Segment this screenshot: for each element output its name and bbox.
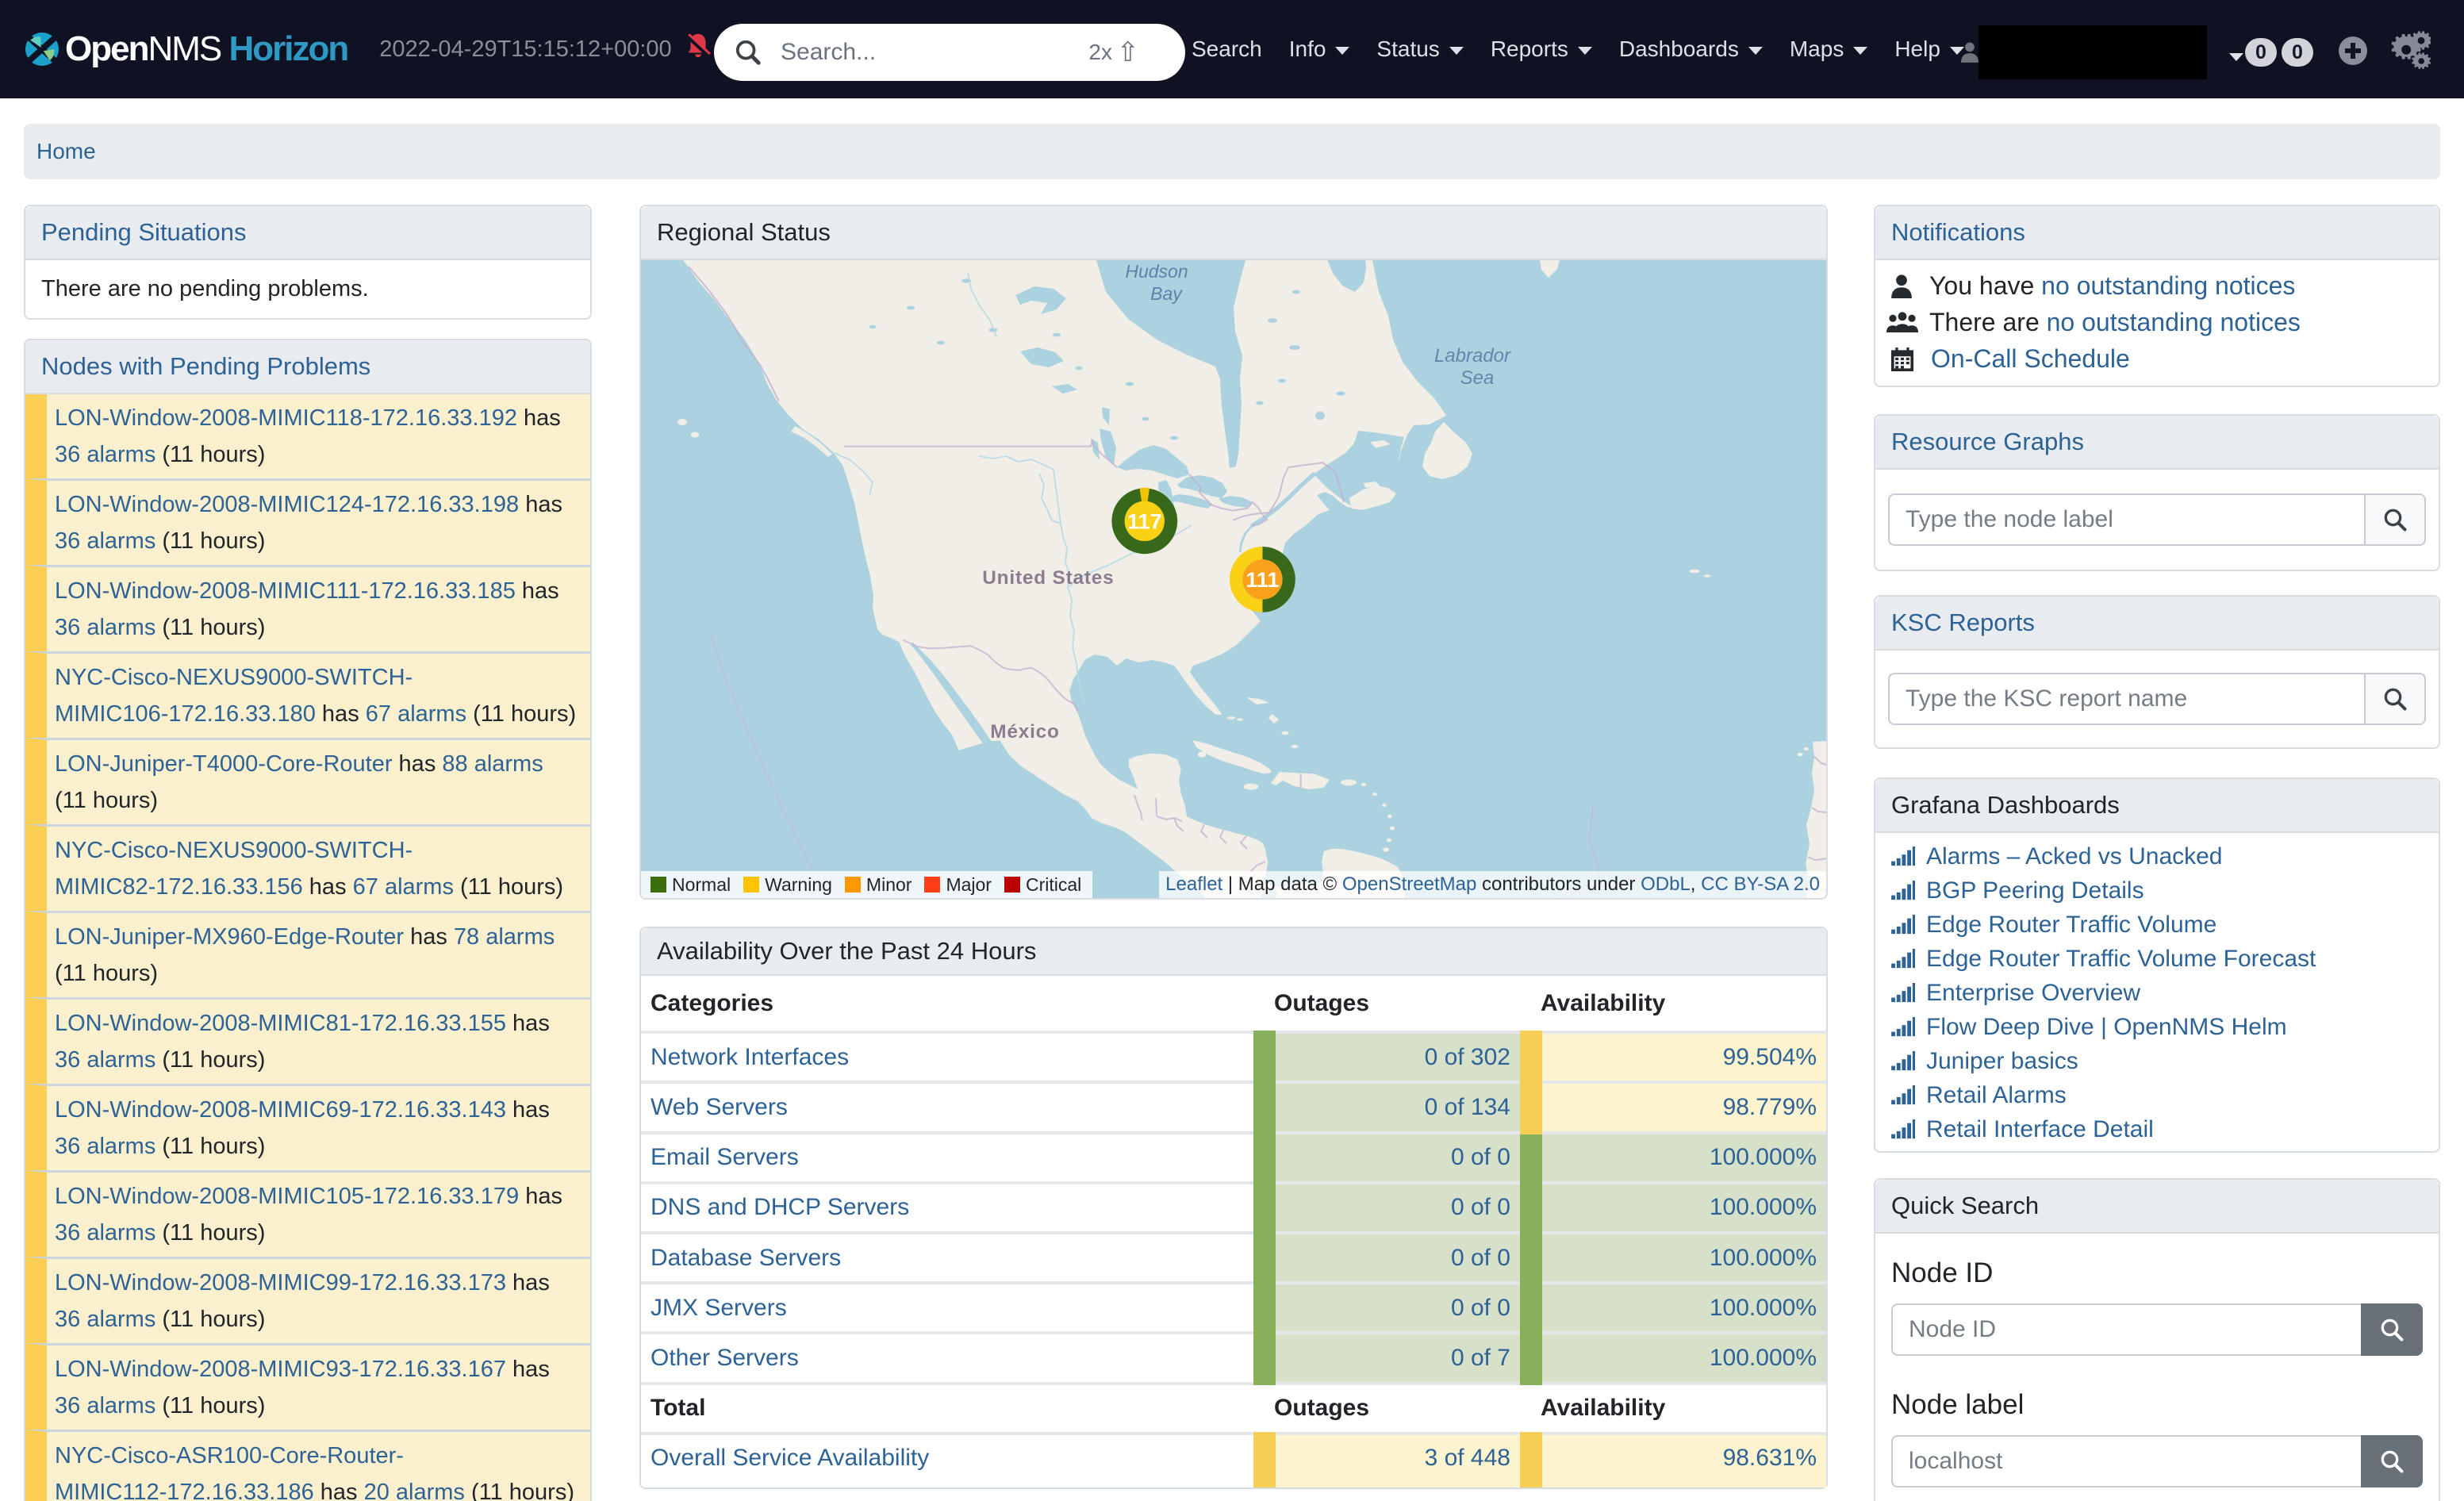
svg-text:111: 111 — [1245, 568, 1279, 592]
svg-text:Bay: Bay — [1150, 283, 1183, 304]
svg-text:México: México — [990, 721, 1060, 743]
svg-text:United States: United States — [982, 567, 1114, 589]
svg-text:Labrador: Labrador — [1434, 345, 1511, 367]
svg-text:Hudson: Hudson — [1125, 261, 1188, 282]
svg-text:Sea: Sea — [1460, 367, 1495, 389]
svg-text:117: 117 — [1127, 509, 1162, 533]
